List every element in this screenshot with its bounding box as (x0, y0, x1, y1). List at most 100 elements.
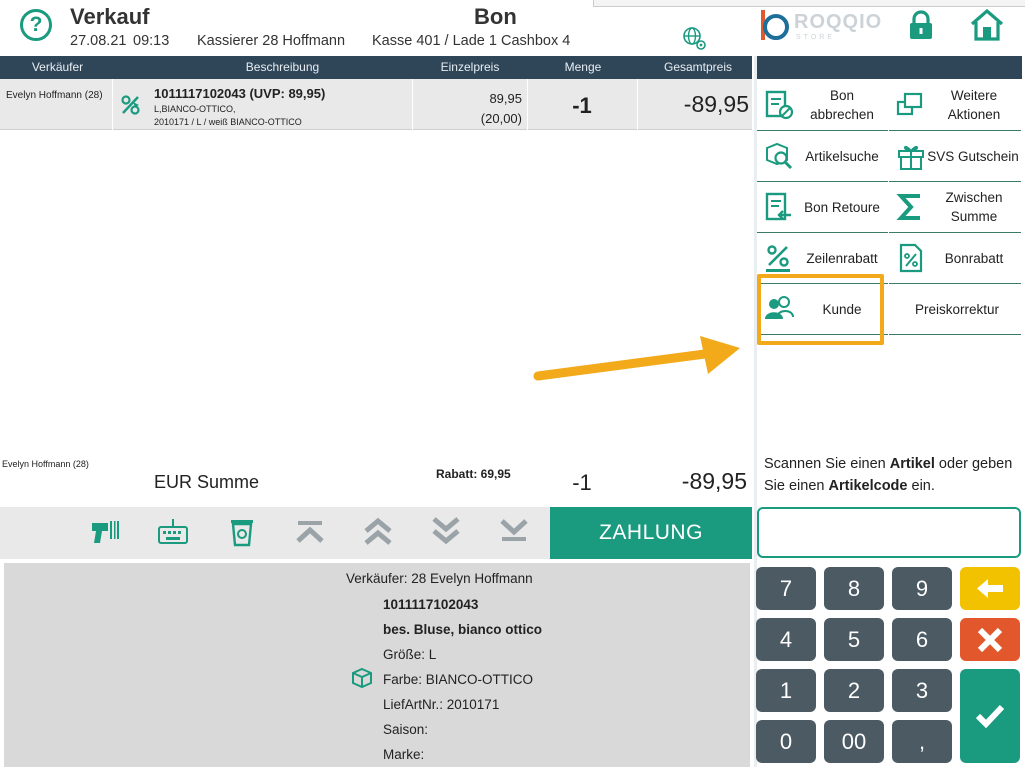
receipt-discount-button[interactable]: Bonrabatt (889, 233, 1021, 284)
more-actions-icon (896, 92, 923, 116)
receipt-return-button[interactable]: Bon Retoure (757, 182, 888, 233)
close-icon (977, 627, 1003, 653)
column-header: Einzelpreis (440, 60, 500, 74)
row-unit-price-sub: (20,00) (480, 111, 522, 126)
article-detail-panel (4, 563, 750, 767)
detail-color: Farbe: BIANCO-OTTICO (383, 672, 534, 687)
article-search-button[interactable]: Artikelsuche (757, 131, 888, 182)
summary-seller: Evelyn Hoffmann (28) (2, 459, 89, 469)
action-label: Bonrabatt (944, 251, 1004, 266)
page-down-icon[interactable] (431, 515, 461, 547)
keypad-key[interactable]: 9 (892, 567, 952, 610)
article-search-icon (766, 142, 793, 170)
subtotal-button[interactable]: Zwischen Summe (889, 182, 1021, 233)
row-total: -89,95 (683, 91, 749, 117)
keypad-key[interactable]: 00 (824, 720, 884, 763)
action-label: abbrechen (810, 107, 874, 122)
keypad-key[interactable]: 6 (892, 618, 952, 661)
keypad-key[interactable]: 2 (824, 669, 884, 712)
barcode-scanner-icon[interactable] (90, 515, 120, 547)
bottom-toolbar (0, 507, 550, 559)
article-code-input[interactable] (757, 507, 1021, 558)
header-date: 27.08.21 (70, 33, 127, 49)
header-register: Kasse 401 / Lade 1 Cashbox 4 (372, 33, 571, 49)
row-desc-line2: 2010171 / L / weiß BIANCO-OTTICO (154, 117, 302, 127)
lock-icon[interactable] (906, 10, 936, 40)
keyboard-icon[interactable] (158, 515, 188, 547)
action-label: Bon (829, 88, 855, 103)
price-correction-button[interactable]: Preiskorrektur (889, 284, 1021, 335)
keypad-key[interactable]: 8 (824, 567, 884, 610)
arrow-left-icon (977, 579, 1003, 598)
scan-hint-text: ein. (907, 478, 935, 494)
top-header: ? Verkauf 27.08.21 09:13 Kassierer 28 Ho… (0, 0, 1025, 55)
scroll-bottom-icon[interactable] (499, 515, 529, 547)
scroll-top-icon[interactable] (295, 515, 325, 547)
page-up-icon[interactable] (363, 515, 393, 547)
table-header: Verkäufer Beschreibung Einzelpreis Menge… (0, 56, 752, 79)
home-icon[interactable] (970, 9, 1004, 41)
action-label: Summe (950, 209, 998, 224)
row-seller: Evelyn Hoffmann (28) (6, 90, 103, 101)
brand-subtitle: STORE (796, 34, 835, 41)
detail-article-name: bes. Bluse, bianco ottico (383, 622, 543, 637)
summary-quantity: -1 (572, 470, 592, 495)
header-cashier: Kassierer 28 Hoffmann (197, 33, 346, 49)
cancel-input-button[interactable] (960, 618, 1020, 661)
action-label: Weitere (950, 88, 998, 103)
action-label: Bon Retoure (804, 200, 880, 215)
roqqio-logo-icon (761, 10, 789, 40)
scan-hint-bold: Artikelcode (828, 478, 908, 494)
actions-header (757, 56, 1022, 79)
receipt-percent-icon (899, 243, 923, 273)
scan-hint: Scannen Sie einen Artikel oder geben Sie… (764, 453, 1019, 497)
action-label: Preiskorrektur (914, 302, 1000, 317)
backspace-button[interactable] (960, 567, 1020, 610)
brand-name: ROQQIO (794, 11, 883, 33)
keypad-key[interactable]: 5 (824, 618, 884, 661)
detail-brand: Marke: (383, 747, 425, 762)
row-desc-line1: L,BIANCO-OTTICO, (154, 104, 236, 114)
row-unit-price: 89,95 (489, 91, 522, 106)
action-label: Aktionen (947, 107, 1001, 122)
voucher-button[interactable]: SVS Gutschein (889, 131, 1021, 182)
keypad-key[interactable]: 3 (892, 669, 952, 712)
box-icon (352, 667, 372, 689)
keypad-key[interactable]: 0 (756, 720, 816, 763)
discount-tag-icon (121, 95, 140, 115)
detail-supplier-number: LiefArtNr.: 2010171 (383, 697, 500, 712)
keypad-key[interactable]: 1 (756, 669, 816, 712)
highlight-frame (757, 274, 884, 345)
column-header: Verkäufer (31, 60, 84, 74)
receipt-return-icon (765, 192, 791, 221)
row-quantity: -1 (572, 93, 592, 118)
help-icon[interactable]: ? (20, 9, 52, 41)
roqqio-logo: ROQQIO STORE (758, 6, 888, 44)
action-label: Artikelsuche (805, 149, 879, 164)
trash-icon[interactable] (227, 515, 257, 547)
detail-seller: Verkäufer: 28 Evelyn Hoffmann (346, 571, 533, 586)
sigma-icon (896, 194, 920, 220)
header-time: 09:13 (133, 33, 170, 49)
gift-icon (898, 145, 924, 170)
summary-total: -89,95 (681, 468, 747, 494)
detail-size: Größe: L (383, 647, 437, 662)
keypad-key[interactable]: 7 (756, 567, 816, 610)
scan-hint-text: Scannen Sie einen (764, 456, 890, 472)
summary-label: EUR Summe (154, 472, 260, 492)
keypad-key[interactable]: , (892, 720, 952, 763)
column-header: Gesamtpreis (663, 60, 733, 74)
column-header: Menge (564, 60, 602, 74)
keypad-key[interactable]: 4 (756, 618, 816, 661)
globe-settings-icon[interactable] (682, 26, 706, 50)
more-actions-button[interactable]: Weitere Aktionen (889, 80, 1021, 131)
action-label: Zwischen (945, 190, 1003, 205)
cancel-receipt-button[interactable]: Bon abbrechen (757, 80, 888, 131)
payment-button[interactable]: ZAHLUNG (550, 507, 752, 559)
column-divider (112, 79, 113, 130)
action-label: SVS Gutschein (927, 149, 1019, 164)
column-header: Beschreibung (245, 60, 320, 74)
row-article: 1011117102043 (UVP: 89,95) (154, 86, 326, 101)
confirm-button[interactable] (960, 669, 1020, 763)
document-title: Bon (474, 4, 517, 29)
